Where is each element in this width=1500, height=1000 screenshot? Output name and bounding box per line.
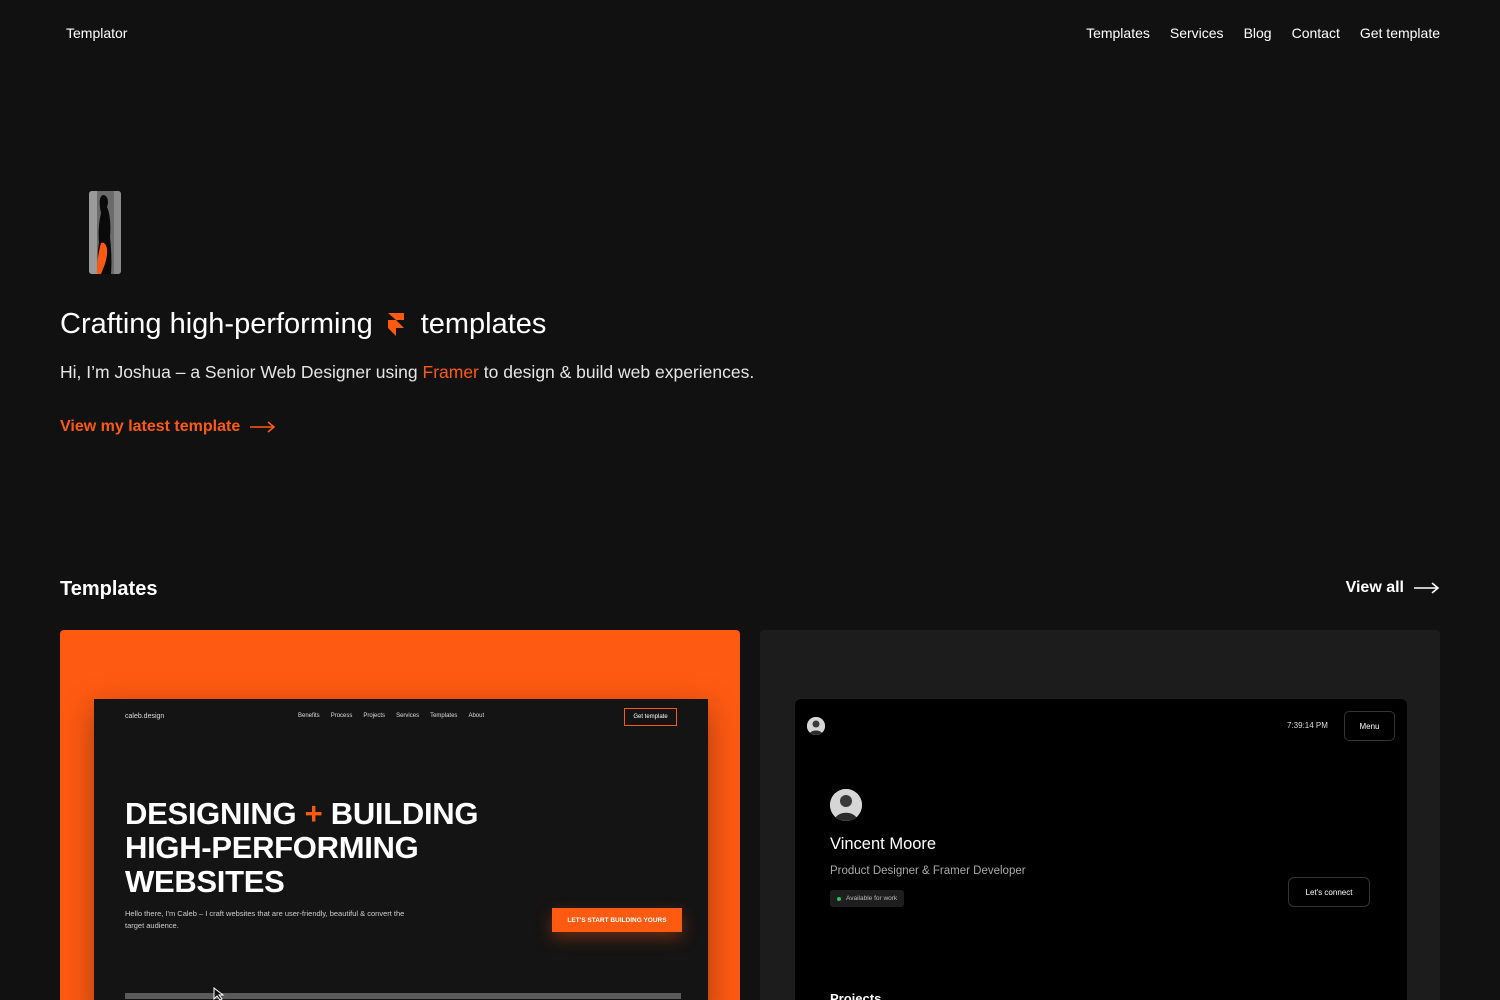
preview-nav-item: Projects [363,713,386,719]
preview-nav-item: Templates [430,713,458,719]
preview-cta-button: LET'S START BUILDING YOURS [552,908,682,932]
preview-subtext: Hello there, I'm Caleb – I craft website… [125,909,405,930]
preview-image-strip [125,993,681,999]
view-latest-template-link[interactable]: View my latest template [60,418,276,436]
availability-badge: Available for work [830,890,905,907]
preview-heading: DESIGNING + BUILDING HIGH-PERFORMING WEB… [125,797,478,899]
headline-text-end: templates [420,308,547,340]
view-all-label: View all [1345,579,1404,596]
brand-logo[interactable]: Templator [66,25,127,41]
availability-label: Available for work [846,895,898,902]
nav-blog[interactable]: Blog [1244,25,1272,41]
view-all-link[interactable]: View all [1346,579,1440,597]
templates-section-title: Templates [60,578,158,600]
preview-heading-word: BUILDING [330,796,479,831]
preview-role: Product Designer & Framer Developer [830,865,1026,877]
preview-projects-heading: Projects [830,991,882,1000]
hero-headline: Crafting high-performing templates [60,308,546,341]
preview-nav-item: Benefits [298,713,320,719]
preview-nav-item: About [468,713,485,719]
arrow-right-icon [250,421,276,433]
nav-get-template[interactable]: Get template [1360,25,1440,41]
nav-contact[interactable]: Contact [1292,25,1340,41]
intro-text-start: Hi, I’m Joshua – a Senior Web Designer u… [60,362,423,382]
avatar-portrait-icon [807,717,825,735]
preview-connect-button: Let's connect [1288,877,1370,907]
template-preview: caleb.design Benefits Process Projects S… [94,699,708,1000]
nav-services[interactable]: Services [1170,25,1224,41]
avatar-portrait-icon [830,789,862,821]
cta-label: View my latest template [60,418,241,435]
template-card-vincent[interactable]: 7:39:14 PM Menu Vincent Moore Product De… [760,630,1440,1000]
preview-logo: caleb.design [125,713,165,720]
portrait-silhouette-icon [89,191,121,274]
intro-text-end: to design & build web experiences. [478,362,755,382]
framer-link[interactable]: Framer [423,362,479,382]
preview-heading-line1: DESIGNING + BUILDING [125,797,478,831]
preview-plus-sign: + [304,796,323,831]
template-preview: 7:39:14 PM Menu Vincent Moore Product De… [795,699,1407,1000]
preview-nav-item: Process [330,713,353,719]
nav-templates[interactable]: Templates [1086,25,1150,41]
preview-heading-line2: HIGH-PERFORMING [125,830,419,865]
avatar [830,789,862,821]
framer-logo-icon [387,312,404,336]
preview-heading-word: DESIGNING [125,796,297,831]
arrow-right-icon [1414,582,1440,594]
hero-intro: Hi, I’m Joshua – a Senior Web Designer u… [60,362,754,383]
template-card-caleb[interactable]: caleb.design Benefits Process Projects S… [60,630,740,1000]
preview-nav: Benefits Process Projects Services Templ… [298,713,484,719]
avatar [807,717,825,735]
preview-name: Vincent Moore [830,835,937,853]
main-nav: Templates Services Blog Contact Get temp… [1086,25,1440,41]
preview-clock: 7:39:14 PM [1287,721,1328,730]
headline-text-start: Crafting high-performing [60,308,373,340]
status-dot-icon [837,896,841,901]
preview-get-template-button: Get template [624,708,677,726]
preview-heading-line3: WEBSITES [125,864,285,899]
top-navigation: Templator Templates Services Blog Contac… [0,0,1500,68]
portrait-image [89,191,121,274]
cursor-icon [213,987,225,1000]
preview-nav-item: Services [396,713,420,719]
preview-menu-button: Menu [1344,711,1395,741]
